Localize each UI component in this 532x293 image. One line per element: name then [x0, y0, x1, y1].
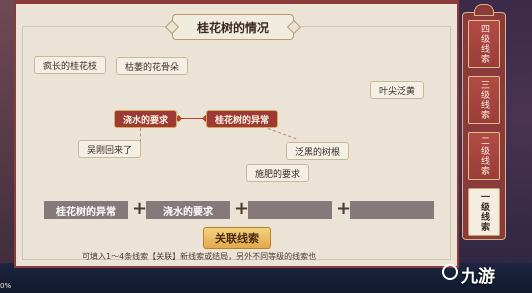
clue-tag[interactable]: 叶尖泛黄 — [370, 81, 425, 99]
watermark-icon — [442, 264, 458, 280]
clue-slot[interactable]: 浇水的要求 — [146, 201, 230, 219]
plus-icon: + — [234, 198, 250, 219]
tab-level-1[interactable]: 一级线索 — [468, 188, 500, 236]
clue-tag[interactable]: 吴刚回来了 — [78, 140, 142, 158]
clue-tag[interactable]: 泛黑的树根 — [286, 142, 350, 160]
tab-ornament — [474, 4, 494, 16]
corner-text: 0% — [0, 282, 12, 290]
tab-level-4[interactable]: 四级线索 — [468, 20, 500, 68]
hint-text: 可填入1～4条线索【关联】新线索或结局，另外不同等级的线索也 — [82, 252, 317, 261]
watermark-logo: 九游 — [461, 267, 495, 287]
link-dash — [140, 128, 142, 142]
clue-slot-empty[interactable] — [248, 201, 332, 219]
clue-slot-empty[interactable] — [350, 201, 434, 219]
clue-tag-active[interactable]: 浇水的要求 — [114, 110, 178, 128]
clue-slot[interactable]: 桂花树的异常 — [44, 201, 128, 219]
clue-tag[interactable]: 疯长的桂花枝 — [34, 56, 107, 74]
tab-level-3[interactable]: 三级线索 — [468, 76, 500, 124]
clue-tag[interactable]: 施肥的要求 — [246, 164, 310, 182]
plus-icon: + — [132, 198, 148, 219]
link-clues-button[interactable]: 关联线索 — [203, 227, 271, 249]
plus-icon: + — [336, 198, 352, 219]
tab-level-2[interactable]: 二级线索 — [468, 132, 500, 180]
combination-slots: 桂花树的异常 + 浇水的要求 + + — [44, 198, 434, 219]
clue-tag[interactable]: 枯萎的花骨朵 — [116, 57, 189, 75]
panel-title: 桂花树的情况 — [172, 14, 294, 40]
clue-tag-active[interactable]: 桂花树的异常 — [206, 110, 279, 128]
